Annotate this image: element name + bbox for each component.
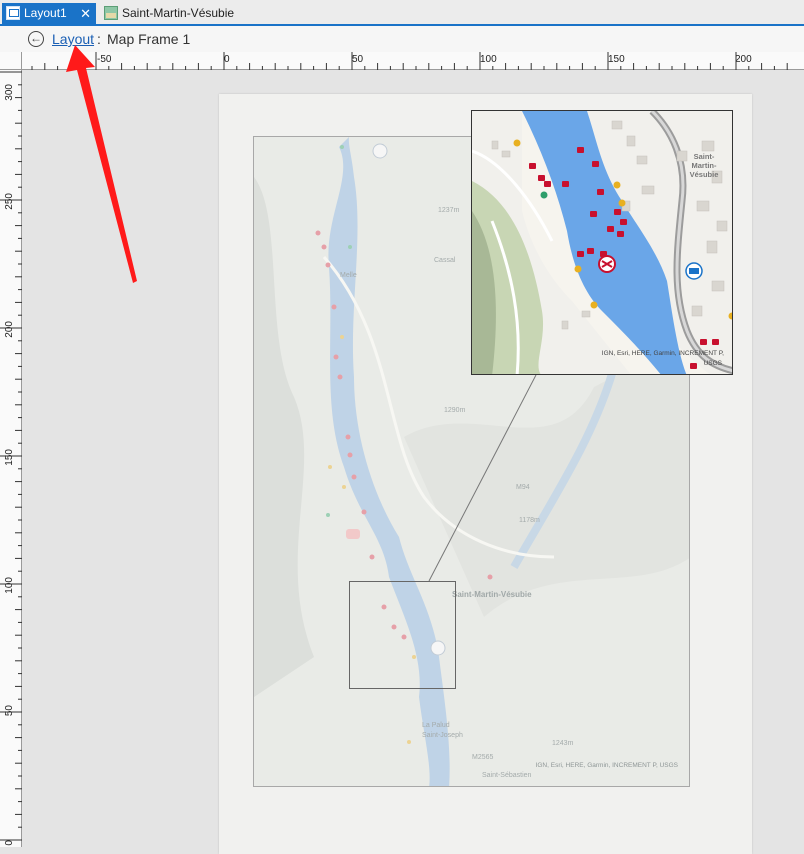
hruler-label: 200 <box>735 54 752 65</box>
back-arrow-icon[interactable]: ← <box>28 31 44 47</box>
vruler-label: 250 <box>4 193 15 210</box>
main-map-attribution: IGN, Esri, HERE, Garmin, INCREMENT P, US… <box>536 762 679 769</box>
breadcrumb-current: Map Frame 1 <box>107 31 191 47</box>
tab-layout1[interactable]: Layout1 ✕ <box>2 3 96 24</box>
map-label: Saint-Sébastien <box>482 772 532 779</box>
breadcrumb-separator: : <box>97 31 101 47</box>
ruler-corner <box>0 52 22 70</box>
map-label: Cassal <box>434 257 456 264</box>
inset-map-graphic: Saint- Martin- Vésubie IGN, Esri, HERE, … <box>472 111 732 374</box>
tab-layout1-label: Layout1 <box>24 6 67 20</box>
breadcrumb: ← Layout : Map Frame 1 <box>0 26 804 52</box>
map-label: M94 <box>516 484 530 491</box>
map-label: 1290m <box>444 407 466 414</box>
inset-map-attribution: IGN, Esri, HERE, Garmin, INCREMENT P, <box>602 350 724 357</box>
inset-map-attribution: USGS <box>704 360 723 367</box>
vruler-label: 200 <box>4 321 15 338</box>
map-label: 1178m <box>519 517 540 524</box>
breadcrumb-layout-link[interactable]: Layout <box>52 26 94 52</box>
map-label: 1237m <box>438 207 460 214</box>
inset-town-label: Vésubie <box>690 170 719 179</box>
map-label: Saint-Joseph <box>422 732 463 739</box>
tab-map[interactable]: Saint-Martin-Vésubie <box>100 3 250 24</box>
vruler-label: 100 <box>4 577 15 594</box>
map-label: Saint-Martin-Vésubie <box>452 590 532 599</box>
document-tab-bar: Layout1 ✕ Saint-Martin-Vésubie <box>0 0 804 26</box>
hruler-label: 50 <box>352 54 364 65</box>
map-label: M2565 <box>472 754 494 761</box>
hruler-label: -50 <box>97 54 112 65</box>
map-label: Melle <box>340 272 357 279</box>
close-icon[interactable]: ✕ <box>80 3 91 24</box>
hruler-label: 0 <box>224 54 230 65</box>
map-label: La Palud <box>422 722 450 729</box>
vertical-ruler[interactable]: 300 250 200 150 100 50 0 <box>0 70 22 847</box>
hruler-label: 150 <box>608 54 625 65</box>
tab-map-label: Saint-Martin-Vésubie <box>122 6 235 20</box>
hruler-label: 100 <box>480 54 497 65</box>
vruler-label: 300 <box>4 84 15 101</box>
inset-map-frame[interactable]: Saint- Martin- Vésubie IGN, Esri, HERE, … <box>471 110 733 375</box>
map-label: 1243m <box>552 740 574 747</box>
horizontal-ruler[interactable]: -50 0 50 100 150 200 <box>22 52 804 70</box>
layout-icon <box>6 6 20 20</box>
vertical-ruler-ticks: 300 250 200 150 100 50 0 <box>0 71 22 846</box>
vruler-label: 150 <box>4 449 15 466</box>
inset-town-label: Martin- <box>692 161 718 170</box>
extent-indicator[interactable] <box>349 581 456 689</box>
map-icon <box>104 6 118 20</box>
vruler-label: 50 <box>4 705 15 717</box>
horizontal-ruler-ticks: -50 0 50 100 150 200 <box>31 52 788 70</box>
inset-town-label: Saint- <box>694 152 715 161</box>
